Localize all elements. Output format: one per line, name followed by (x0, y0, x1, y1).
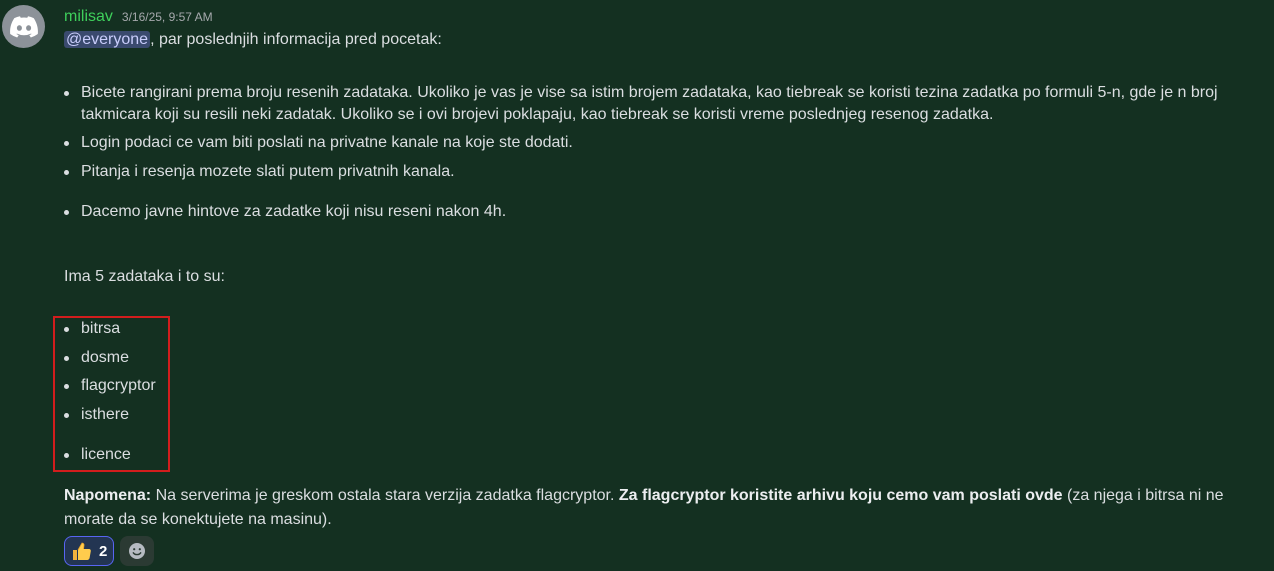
list-item: Bicete rangirani prema broju resenih zad… (64, 82, 1254, 126)
avatar[interactable] (2, 5, 45, 48)
reaction-count: 2 (99, 542, 108, 560)
author-name[interactable]: milisav (64, 8, 113, 26)
tasks-intro: Ima 5 zadataka i to su: (64, 268, 225, 285)
bullet-dot (64, 141, 69, 146)
bullet-dot (64, 210, 69, 215)
thumbs-up-icon (73, 542, 91, 560)
note-bold-text: Za flagcryptor koristite arhivu koju cem… (618, 487, 1063, 504)
note-label: Napomena: (64, 487, 152, 504)
add-reaction-button[interactable] (120, 536, 155, 566)
thumbs-up-reaction[interactable]: 2 (64, 536, 115, 566)
chat-message: milisav 3/16/25, 9:57 AM @everyone, par … (0, 0, 1274, 571)
list-item: Dacemo javne hintove za zadatke koji nis… (64, 201, 1254, 223)
smiley-icon (129, 543, 146, 559)
highlight-box (53, 316, 170, 472)
list-item: Login podaci ce vam biti poslati na priv… (64, 132, 1254, 154)
intro-line: @everyone, par poslednjih informacija pr… (64, 29, 442, 51)
intro-text: , par poslednjih informacija pred poceta… (150, 31, 442, 48)
bullet-dot (64, 170, 69, 175)
rule-text: Pitanja i resenja mozete slati putem pri… (81, 163, 455, 180)
rules-list: Bicete rangirani prema broju resenih zad… (64, 82, 1254, 223)
reactions-bar: 2 (64, 536, 155, 566)
rule-text: Login podaci ce vam biti poslati na priv… (81, 134, 573, 151)
everyone-mention[interactable]: @everyone (64, 31, 151, 48)
rule-text: Bicete rangirani prema broju resenih zad… (81, 84, 1218, 123)
list-item: Pitanja i resenja mozete slati putem pri… (64, 161, 1254, 183)
note-text: Na serverima je greskom ostala stara ver… (151, 487, 619, 504)
message-timestamp[interactable]: 3/16/25, 9:57 AM (122, 10, 213, 24)
bullet-dot (64, 91, 69, 96)
note-paragraph: Napomena: Na serverima je greskom ostala… (64, 484, 1249, 532)
discord-logo-icon (9, 15, 38, 38)
rule-text: Dacemo javne hintove za zadatke koji nis… (81, 203, 507, 220)
message-header: milisav 3/16/25, 9:57 AM (64, 8, 213, 26)
